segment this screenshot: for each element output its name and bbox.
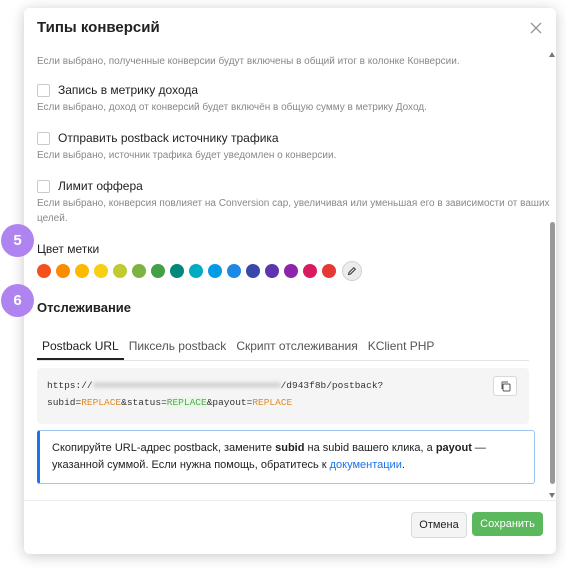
conversion-types-dialog: Типы конверсий Если выбрано, полученные … [24, 8, 556, 554]
color-swatch[interactable] [113, 264, 127, 278]
color-swatch[interactable] [227, 264, 241, 278]
pencil-icon[interactable] [342, 261, 362, 281]
color-swatch[interactable] [75, 264, 89, 278]
step-badge-5: 5 [1, 224, 34, 257]
revenue-option[interactable]: Запись в метрику дохода [37, 83, 198, 97]
postback-hint: Если выбрано, источник трафика будет уве… [37, 150, 337, 161]
offer-limit-option[interactable]: Лимит оффера [37, 179, 143, 193]
save-button[interactable]: Сохранить [472, 512, 543, 536]
color-swatch[interactable] [56, 264, 70, 278]
offer-limit-hint-cont: целей. [37, 213, 68, 224]
revenue-label: Запись в метрику дохода [58, 83, 199, 97]
color-swatch[interactable] [265, 264, 279, 278]
color-swatch[interactable] [94, 264, 108, 278]
color-swatch[interactable] [170, 264, 184, 278]
postback-label: Отправить postback источнику трафика [58, 131, 279, 145]
color-swatch[interactable] [208, 264, 222, 278]
info-subid: subid [275, 442, 305, 454]
postback-checkbox[interactable] [37, 131, 50, 145]
postback-info-alert: Скопируйте URL-адрес postback, замените … [37, 430, 535, 484]
tab-postback-url[interactable]: Postback URL [37, 330, 124, 360]
color-swatch[interactable] [189, 264, 203, 278]
offer-limit-label: Лимит оффера [58, 179, 143, 193]
color-swatch[interactable] [284, 264, 298, 278]
scrollbar-thumb[interactable] [550, 222, 555, 484]
scrollbar[interactable] [549, 52, 556, 500]
postback-url-box: https:///d943f8b/postback? subid=REPLACE… [37, 368, 529, 424]
documentation-link[interactable]: документации [330, 459, 402, 471]
param-subid: subid [47, 397, 76, 408]
conversions-hint: Если выбрано, полученные конверсии будут… [37, 56, 460, 67]
offer-limit-checkbox[interactable] [37, 179, 50, 193]
tab-pixel-postback[interactable]: Пиксель postback [124, 330, 232, 359]
url-suffix: /d943f8b/postback? [280, 380, 384, 391]
param-status: &status [121, 397, 162, 408]
postback-url-line: https:// /d943f8b/postback? [47, 380, 383, 391]
info-payout: payout [435, 442, 472, 454]
scroll-down-icon[interactable] [549, 493, 555, 498]
revenue-checkbox[interactable] [37, 83, 50, 97]
replace-status: REPLACE [166, 397, 207, 408]
url-prefix: https:// [47, 380, 93, 391]
color-swatch[interactable] [37, 264, 51, 278]
step-badge-6: 6 [1, 284, 34, 317]
postback-params-line: subid=REPLACE&status=REPLACE&payout=REPL… [47, 397, 292, 408]
info-text-3: — [471, 442, 486, 454]
param-payout: &payout [206, 397, 247, 408]
eq-sign: = [161, 397, 167, 408]
tab-tracking-script[interactable]: Скрипт отслеживания [231, 330, 362, 359]
color-swatch[interactable] [246, 264, 260, 278]
offer-limit-hint: Если выбрано, конверсия повлияет на Conv… [37, 198, 550, 209]
color-swatch[interactable] [303, 264, 317, 278]
copy-icon[interactable] [493, 376, 517, 396]
postback-option[interactable]: Отправить postback источнику трафика [37, 131, 279, 145]
info-text-1: Скопируйте URL-адрес postback, замените [52, 442, 276, 454]
cancel-button[interactable]: Отмена [411, 512, 467, 538]
color-swatch[interactable] [322, 264, 336, 278]
label-color-title: Цвет метки [37, 242, 100, 256]
close-icon[interactable] [528, 20, 544, 36]
color-swatch[interactable] [151, 264, 165, 278]
info-text-4: указанной суммой. Если нужна помощь, обр… [52, 459, 330, 471]
color-swatches [37, 261, 362, 281]
color-swatch[interactable] [132, 264, 146, 278]
tab-kclient-php[interactable]: KClient PHP [363, 330, 440, 359]
replace-payout: REPLACE [252, 397, 293, 408]
footer-divider [24, 500, 556, 501]
redacted-domain [92, 382, 281, 389]
replace-subid: REPLACE [81, 397, 122, 408]
info-text-2: на subid вашего клика, а [304, 442, 436, 454]
dialog-title: Типы конверсий [37, 19, 160, 36]
tracking-title: Отслеживание [37, 300, 132, 315]
scroll-up-icon[interactable] [549, 52, 555, 57]
revenue-hint: Если выбрано, доход от конверсий будет в… [37, 102, 427, 113]
tracking-tabs: Postback URL Пиксель postback Скрипт отс… [37, 330, 529, 361]
info-text-5: . [401, 459, 405, 471]
